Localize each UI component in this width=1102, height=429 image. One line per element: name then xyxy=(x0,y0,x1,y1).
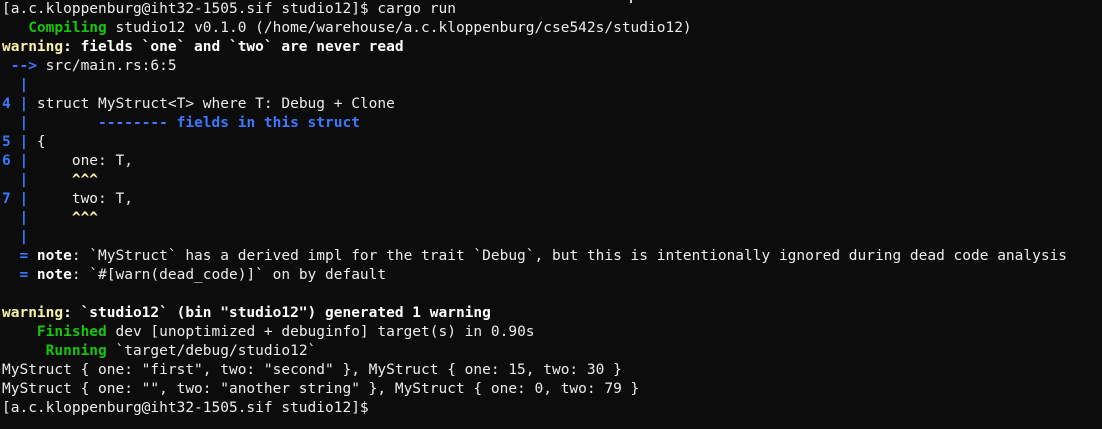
terminal-segment: 4 | xyxy=(2,96,29,112)
terminal-output[interactable]: [a.c.kloppenburg@iht32-1505.sif studio12… xyxy=(0,0,1102,429)
terminal-segment: { xyxy=(28,134,46,150)
terminal-segment: ^^^ xyxy=(28,210,99,226)
terminal-segment: | xyxy=(2,229,29,245)
terminal-line: | xyxy=(2,228,1102,247)
scroll-cursor-mark xyxy=(630,0,632,3)
terminal-segment: : `studio12` (bin "studio12") generated … xyxy=(63,305,491,321)
terminal-segment: --> xyxy=(2,58,37,74)
terminal-segment: = xyxy=(2,248,37,264)
terminal-line: Running `target/debug/studio12` xyxy=(2,342,1102,361)
terminal-segment: ^^^ xyxy=(28,172,99,188)
terminal-line: = note: `#[warn(dead_code)]` on by defau… xyxy=(2,266,1102,285)
terminal-segment: -------- fields in this struct xyxy=(28,115,360,131)
terminal-segment: dev [unoptimized + debuginfo] target(s) … xyxy=(106,324,535,340)
terminal-line: MyStruct { one: "first", two: "second" }… xyxy=(2,361,1102,380)
terminal-segment: : fields `one` and `two` are never read xyxy=(63,39,404,55)
terminal-segment: MyStruct { one: "", two: "another string… xyxy=(2,381,640,397)
terminal-segment: : `#[warn(dead_code)]` on by default xyxy=(71,267,387,283)
terminal-line: [a.c.kloppenburg@iht32-1505.sif studio12… xyxy=(2,399,1102,418)
terminal-line: | ^^^ xyxy=(2,171,1102,190)
terminal-segment: two: T, xyxy=(28,191,133,207)
terminal-segment: | xyxy=(2,77,29,93)
terminal-line: 7 | two: T, xyxy=(2,190,1102,209)
terminal-segment: note xyxy=(36,267,72,283)
terminal-line: 5 | { xyxy=(2,133,1102,152)
terminal-line: [a.c.kloppenburg@iht32-1505.sif studio12… xyxy=(2,0,1102,19)
terminal-line: --> src/main.rs:6:5 xyxy=(2,57,1102,76)
terminal-segment: note xyxy=(36,248,72,264)
terminal-segment: warning xyxy=(2,305,64,321)
terminal-line: warning: `studio12` (bin "studio12") gen… xyxy=(2,304,1102,323)
terminal-segment: 7 | xyxy=(2,191,29,207)
terminal-segment: | xyxy=(2,172,29,188)
terminal-line: = note: `MyStruct` has a derived impl fo… xyxy=(2,247,1102,266)
terminal-segment: = xyxy=(2,267,37,283)
terminal-segment: | xyxy=(2,115,29,131)
terminal-line: MyStruct { one: "", two: "another string… xyxy=(2,380,1102,399)
terminal-segment: [a.c.kloppenburg@iht32-1505.sif studio12… xyxy=(2,1,456,17)
terminal-line: | ^^^ xyxy=(2,209,1102,228)
terminal-segment: | xyxy=(2,210,29,226)
terminal-line: 4 | struct MyStruct<T> where T: Debug + … xyxy=(2,95,1102,114)
terminal-line: Finished dev [unoptimized + debuginfo] t… xyxy=(2,323,1102,342)
terminal-segment: 6 | xyxy=(2,153,29,169)
terminal-segment: struct MyStruct<T> where T: Debug + Clon… xyxy=(28,96,395,112)
terminal-segment: src/main.rs:6:5 xyxy=(36,58,177,74)
terminal-line: | xyxy=(2,76,1102,95)
terminal-segment: one: T, xyxy=(28,153,133,169)
terminal-line: | -------- fields in this struct xyxy=(2,114,1102,133)
terminal-segment: studio12 v0.1.0 (/home/warehouse/a.c.klo… xyxy=(106,20,692,36)
terminal-segment: `target/debug/studio12` xyxy=(106,343,317,359)
terminal-segment: : `MyStruct` has a derived impl for the … xyxy=(71,248,1068,264)
terminal-segment: MyStruct { one: "first", two: "second" }… xyxy=(2,362,622,378)
terminal-segment: Compiling xyxy=(2,20,107,36)
terminal-line: 6 | one: T, xyxy=(2,152,1102,171)
terminal-line: warning: fields `one` and `two` are neve… xyxy=(2,38,1102,57)
terminal-segment: Finished xyxy=(2,324,107,340)
terminal-segment: Running xyxy=(2,343,107,359)
terminal-segment: warning xyxy=(2,39,64,55)
terminal-line: Compiling studio12 v0.1.0 (/home/warehou… xyxy=(2,19,1102,38)
terminal-segment: 5 | xyxy=(2,134,29,150)
terminal-segment: [a.c.kloppenburg@iht32-1505.sif studio12… xyxy=(2,400,369,416)
